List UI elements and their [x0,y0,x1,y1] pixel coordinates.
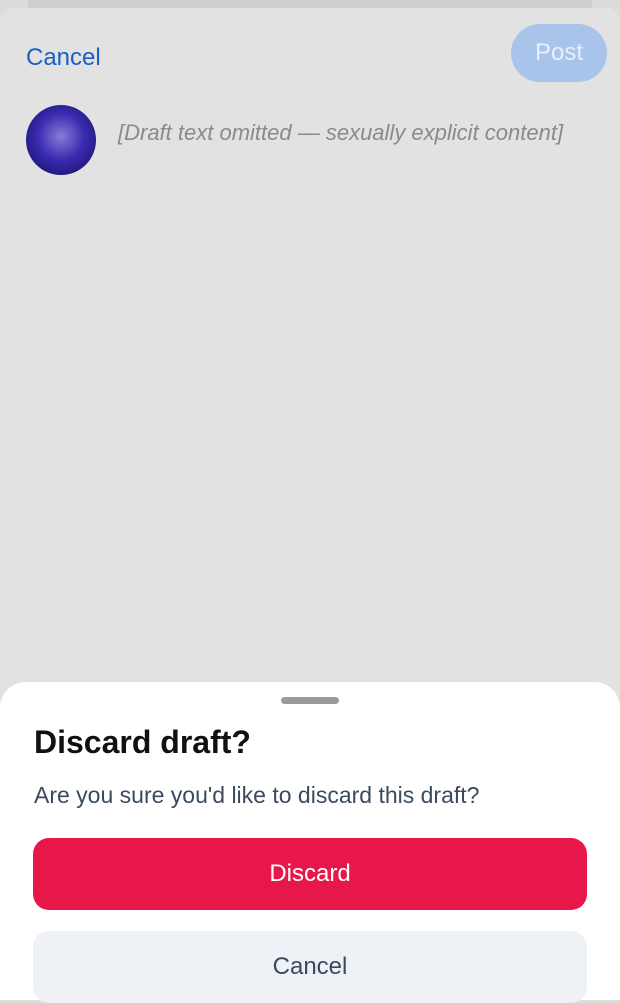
discard-button[interactable]: Discard [33,838,587,910]
post-button[interactable]: Post [511,24,607,82]
user-avatar [26,105,96,175]
sheet-drag-handle[interactable] [281,697,339,704]
discard-draft-sheet: Discard draft? Are you sure you'd like t… [0,682,620,1003]
draft-text-area[interactable]: [Draft text omitted — sexually explicit … [118,116,588,150]
sheet-message: Are you sure you'd like to discard this … [34,782,480,808]
composer-cancel-button[interactable]: Cancel [26,44,101,72]
sheet-title: Discard draft? [34,724,251,760]
sheet-cancel-button[interactable]: Cancel [33,931,587,1003]
underlying-screen-edge [28,0,592,8]
